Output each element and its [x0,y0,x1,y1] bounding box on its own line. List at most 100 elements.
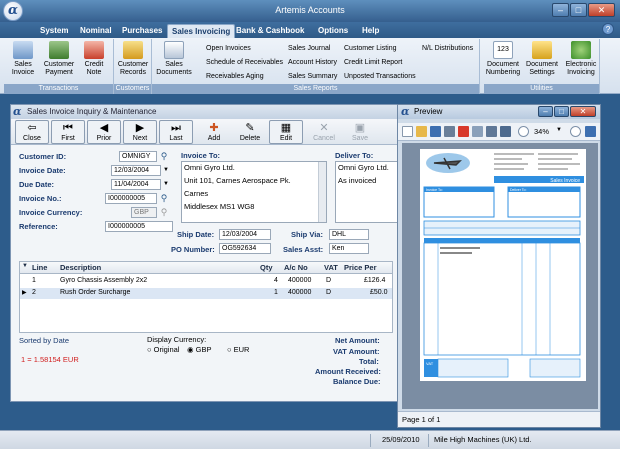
report-sales-journal[interactable]: Sales Journal [288,45,330,52]
col-line[interactable]: Line [32,263,47,272]
col-price-per[interactable]: Price Per [344,263,377,272]
invoice-lines-grid[interactable]: ▼ Line Description Qty A/c No VAT Price … [19,261,393,333]
menu-sales-invoicing[interactable]: Sales Invoicing [167,24,236,38]
minimize-button[interactable]: – [538,106,553,117]
minimize-button[interactable]: – [552,3,569,17]
last-record-button[interactable]: ⏭ Last [159,120,193,144]
chevron-down-icon[interactable]: ▼ [161,165,171,176]
preview-canvas[interactable]: Sales Invoice Invoice To: Deliver To: VA… [402,143,598,409]
lookup-icon[interactable]: ⚲ [159,193,169,204]
credit-note-button[interactable]: Credit Note [78,41,110,77]
report-open-invoices[interactable]: Open Invoices [206,45,251,52]
due-date-field[interactable]: 11/04/2004 [111,179,161,190]
menu-purchases[interactable]: Purchases [118,24,166,38]
save-icon[interactable] [430,126,441,137]
print-icon[interactable] [444,126,455,137]
invoice-to-address[interactable]: Omni Gyro Ltd. Unit 101, Carnes Aerospac… [181,161,327,223]
close-record-button[interactable]: ⇦ Close [15,120,49,144]
sales-invoice-window: α Sales Invoice Inquiry & Maintenance ⇦ C… [10,104,401,402]
chevron-down-icon[interactable]: ▼ [161,179,171,190]
customer-records-button[interactable]: Customer Records [114,41,152,77]
report-schedule-receivables[interactable]: Schedule of Receivables [206,59,283,66]
save-record-button[interactable]: ▣ Save [343,120,377,144]
delete-icon: ✎ [245,122,255,134]
menu-system[interactable]: System [36,24,72,38]
menu-options[interactable]: Options [314,24,352,38]
po-number-field[interactable]: OG592634 [219,243,271,254]
customer-id-field[interactable]: OMNIGY [119,151,157,162]
pdf-icon[interactable] [458,126,469,137]
invoice-to-label: Invoice To: [181,151,221,160]
invoice-no-field[interactable]: I000000005 [105,193,157,204]
prior-record-button[interactable]: ◀ Prior [87,120,121,144]
report-nl-distributions[interactable]: N/L Distributions [422,45,473,52]
find-icon[interactable] [500,126,511,137]
grid-header: ▼ Line Description Qty A/c No VAT Price … [20,262,392,274]
first-record-button[interactable]: ⏮ First [51,120,85,144]
ship-date-field[interactable]: 12/03/2004 [219,229,271,240]
chevron-down-icon[interactable]: ▼ [556,127,562,133]
delete-label: Delete [239,135,261,142]
customer-payment-label: Customer Payment [43,61,75,76]
electronic-invoicing-button[interactable]: Electronic Invoicing [562,41,600,77]
document-settings-button[interactable]: Document Settings [524,41,560,77]
report-unposted-transactions[interactable]: Unposted Transactions [344,73,416,80]
zoom-level[interactable]: 34% [534,127,549,136]
lookup-icon[interactable]: ⚲ [159,151,169,162]
invoice-heading: Sales Invoice [550,178,580,184]
col-ac-no[interactable]: A/c No [284,263,308,272]
reference-field[interactable]: I000000005 [105,221,173,232]
customer-id-label: Customer ID: [19,152,67,161]
close-button[interactable]: ✕ [588,3,615,17]
open-icon[interactable] [416,126,427,137]
add-record-button[interactable]: ✚ Add [197,120,231,144]
report-account-history[interactable]: Account History [288,59,337,66]
ribbon-group-label: Utilities [484,84,599,94]
deliver-to-address[interactable]: Omni Gyro Ltd. As invoiced [335,161,399,223]
email-icon[interactable] [472,126,483,137]
col-description[interactable]: Description [60,263,101,272]
report-credit-limit[interactable]: Credit Limit Report [344,59,402,66]
sales-documents-button[interactable]: Sales Documents [154,41,194,77]
ship-via-field[interactable]: DHL [329,229,369,240]
sales-asst-field[interactable]: Ken [329,243,369,254]
zoom-out-icon[interactable] [570,126,581,137]
close-button[interactable]: ✕ [570,106,596,117]
col-qty[interactable]: Qty [260,263,273,272]
table-row[interactable]: ▶ 2 Rush Order Surcharge 1 400000 D £50.… [20,288,392,299]
next-record-button[interactable]: ▶ Next [123,120,157,144]
maximize-button[interactable]: □ [554,106,569,117]
maximize-button[interactable]: □ [570,3,587,17]
last-label: Last [169,135,183,142]
scrollbar[interactable] [318,162,326,222]
radio-gbp[interactable]: ◉ GBP [187,345,211,354]
invoice-date-field[interactable]: 12/03/2004 [111,165,161,176]
radio-original[interactable]: ○ Original [147,345,179,354]
cancel-icon: ✕ [319,122,329,134]
customer-payment-button[interactable]: Customer Payment [42,41,76,77]
copy-icon[interactable] [486,126,497,137]
reference-label: Reference: [19,222,58,231]
cell-price: £50.0 [370,289,388,296]
cancel-record-button[interactable]: ✕ Cancel [307,120,341,144]
new-icon[interactable] [402,126,413,137]
text-line [538,158,572,160]
col-vat[interactable]: VAT [324,263,338,272]
menu-nominal[interactable]: Nominal [76,24,116,38]
sales-invoice-button[interactable]: Sales Invoice [6,41,40,77]
report-receivables-aging[interactable]: Receivables Aging [206,73,264,80]
report-customer-listing[interactable]: Customer Listing [344,45,397,52]
cancel-label: Cancel [313,135,335,142]
menu-bank-cashbook[interactable]: Bank & Cashbook [232,24,308,38]
radio-eur[interactable]: ○ EUR [227,345,249,354]
table-row[interactable]: 1 Gyro Chassis Assembly 2x2 4 400000 D £… [20,276,392,287]
delete-record-button[interactable]: ✎ Delete [233,120,267,144]
document-numbering-button[interactable]: 123 Document Numbering [484,41,522,77]
page-icon[interactable] [585,126,596,137]
report-sales-summary[interactable]: Sales Summary [288,73,337,80]
menu-help[interactable]: Help [358,24,383,38]
sort-icon[interactable]: ▼ [22,263,28,269]
zoom-icon[interactable] [518,126,529,137]
help-icon[interactable]: ? [602,23,614,35]
edit-record-button[interactable]: ▦ Edit [269,120,303,144]
